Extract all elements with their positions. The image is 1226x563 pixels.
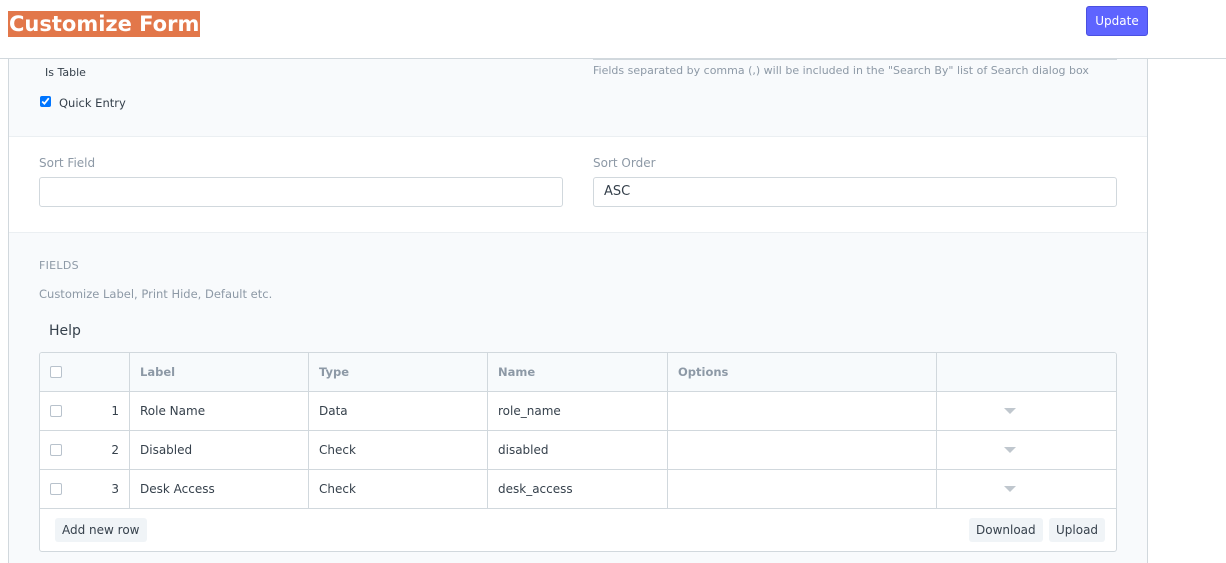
row-options[interactable] bbox=[668, 392, 937, 431]
row-type[interactable]: Data bbox=[309, 392, 488, 431]
grid-header-row: Label Type Name Options bbox=[40, 353, 1116, 392]
row-select-cell: 1 bbox=[40, 392, 130, 431]
grid-select-all-cell bbox=[40, 353, 130, 392]
row-select-cell: 2 bbox=[40, 431, 130, 470]
fields-grid: Label Type Name Options 1 Role Name Data… bbox=[39, 352, 1117, 552]
form-body: Is Table Fields separated by comma (,) w… bbox=[8, 59, 1148, 563]
download-button[interactable]: Download bbox=[969, 518, 1043, 542]
row-checkbox[interactable] bbox=[50, 483, 62, 495]
row-name[interactable]: role_name bbox=[488, 392, 668, 431]
row-actions-cell bbox=[937, 470, 1116, 509]
sort-order-select[interactable]: ASC bbox=[593, 177, 1117, 207]
update-button[interactable]: Update bbox=[1086, 6, 1148, 36]
row-index: 1 bbox=[111, 404, 119, 418]
help-heading: Help bbox=[49, 323, 81, 339]
is-table-label: Is Table bbox=[45, 66, 86, 79]
row-name[interactable]: disabled bbox=[488, 431, 668, 470]
column-header-actions bbox=[937, 353, 1116, 392]
row-select-cell: 3 bbox=[40, 470, 130, 509]
sort-order-label: Sort Order bbox=[593, 156, 656, 170]
quick-entry-checkbox[interactable] bbox=[40, 96, 51, 107]
sort-field-label: Sort Field bbox=[39, 156, 96, 170]
sort-section: Sort Field Sort Order ASC bbox=[9, 137, 1147, 233]
row-checkbox[interactable] bbox=[50, 405, 62, 417]
quick-entry-label: Quick Entry bbox=[59, 96, 126, 110]
row-type[interactable]: Check bbox=[309, 470, 488, 509]
fields-heading: FIELDS bbox=[39, 259, 79, 272]
sort-field-input[interactable] bbox=[39, 177, 563, 207]
chevron-down-icon[interactable] bbox=[1004, 408, 1016, 414]
column-header-name: Name bbox=[488, 353, 668, 392]
chevron-down-icon[interactable] bbox=[1004, 486, 1016, 492]
row-label[interactable]: Disabled bbox=[130, 431, 309, 470]
row-checkbox[interactable] bbox=[50, 444, 62, 456]
row-actions-cell bbox=[937, 392, 1116, 431]
column-header-type: Type bbox=[309, 353, 488, 392]
upload-button[interactable]: Upload bbox=[1049, 518, 1106, 542]
page-header: Customize Form Update bbox=[0, 0, 1226, 59]
column-header-label: Label bbox=[130, 353, 309, 392]
fields-section: FIELDS Customize Label, Print Hide, Defa… bbox=[9, 233, 1147, 563]
add-new-row-button[interactable]: Add new row bbox=[55, 518, 147, 542]
table-row[interactable]: 2 Disabled Check disabled bbox=[40, 431, 1116, 470]
chevron-down-icon[interactable] bbox=[1004, 447, 1016, 453]
row-options[interactable] bbox=[668, 431, 937, 470]
search-fields-help: Fields separated by comma (,) will be in… bbox=[593, 64, 1089, 77]
settings-section: Is Table Fields separated by comma (,) w… bbox=[9, 59, 1147, 137]
row-actions-cell bbox=[937, 431, 1116, 470]
select-all-checkbox[interactable] bbox=[50, 366, 62, 378]
row-name[interactable]: desk_access bbox=[488, 470, 668, 509]
search-fields-input-edge[interactable] bbox=[593, 59, 1117, 60]
row-label[interactable]: Role Name bbox=[130, 392, 309, 431]
row-index: 2 bbox=[111, 443, 119, 457]
column-header-options: Options bbox=[668, 353, 937, 392]
row-label[interactable]: Desk Access bbox=[130, 470, 309, 509]
table-row[interactable]: 3 Desk Access Check desk_access bbox=[40, 470, 1116, 509]
page-title: Customize Form bbox=[8, 11, 201, 37]
row-type[interactable]: Check bbox=[309, 431, 488, 470]
fields-description: Customize Label, Print Hide, Default etc… bbox=[39, 287, 273, 301]
row-index: 3 bbox=[111, 482, 119, 496]
table-row[interactable]: 1 Role Name Data role_name bbox=[40, 392, 1116, 431]
row-options[interactable] bbox=[668, 470, 937, 509]
